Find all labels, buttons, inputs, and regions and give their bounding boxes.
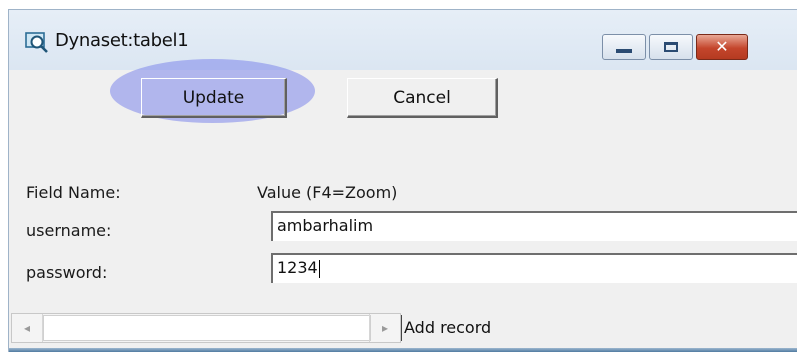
- minimize-button[interactable]: [602, 34, 646, 60]
- password-value: 1234: [277, 258, 318, 277]
- text-caret: [318, 259, 320, 278]
- close-button[interactable]: ✕: [696, 34, 748, 60]
- scroll-right-button[interactable]: ▸: [369, 314, 400, 342]
- search-window-icon: [25, 32, 48, 53]
- title-bar[interactable]: Dynaset:tabel1 ✕: [9, 10, 797, 70]
- update-button[interactable]: Update: [141, 78, 287, 118]
- close-icon: ✕: [715, 37, 729, 56]
- cancel-button[interactable]: Cancel: [347, 78, 498, 118]
- value-header: Value (F4=Zoom): [257, 183, 398, 202]
- cancel-button-label: Cancel: [393, 87, 451, 108]
- field-name-header: Field Name:: [26, 183, 121, 202]
- form-area: Update Cancel Field Name: Value (F4=Zoom…: [9, 59, 797, 352]
- scroll-left-icon: ◂: [23, 321, 31, 335]
- password-label: password:: [26, 263, 108, 282]
- username-label: username:: [26, 221, 112, 240]
- update-button-label: Update: [182, 87, 245, 108]
- scroll-right-icon: ▸: [381, 321, 389, 335]
- record-status: Add record: [401, 315, 491, 341]
- dynaset-window: Dynaset:tabel1 ✕ Update Cancel Field Nam…: [8, 9, 797, 352]
- username-input[interactable]: ambarhalim: [271, 211, 797, 241]
- window-title: Dynaset:tabel1: [55, 30, 189, 51]
- scrollbar-track[interactable]: [43, 315, 371, 341]
- password-input[interactable]: 1234: [271, 253, 797, 283]
- minimize-icon: [616, 49, 632, 53]
- maximize-button[interactable]: [649, 34, 693, 60]
- scroll-left-button[interactable]: ◂: [12, 314, 43, 342]
- username-value: ambarhalim: [277, 216, 374, 235]
- record-scrollbar[interactable]: ◂ ▸: [11, 313, 401, 343]
- window-bottom-border: [9, 348, 797, 352]
- maximize-icon: [664, 42, 678, 52]
